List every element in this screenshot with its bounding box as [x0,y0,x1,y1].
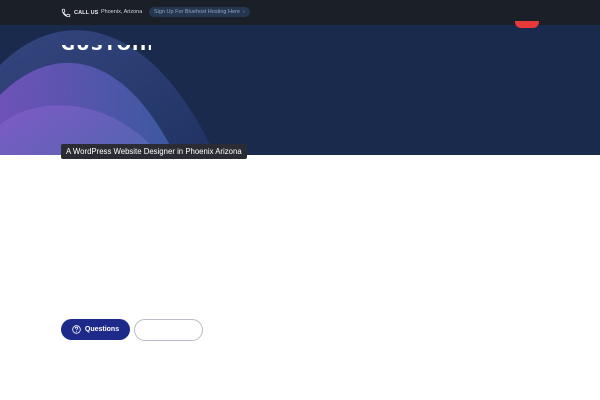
bluehost-signup-link[interactable]: Sign Up For Bluehost Hosting Here › [149,7,250,17]
tagline-text: A WordPress Website Designer in Phoenix … [66,147,242,156]
location-text: Phoenix, Arizona [101,9,143,15]
hero-tagline: A WordPress Website Designer in Phoenix … [61,144,247,159]
signup-label: Sign Up For Bluehost Hosting Here [154,9,240,15]
site-logo[interactable]: GUSTOHDS [61,45,151,57]
call-us-link[interactable]: CALL US [61,7,98,18]
secondary-outline-button[interactable] [134,319,203,341]
questions-label: Questions [84,326,120,333]
topbar-overlay [510,0,544,21]
logo-text: GUSTOHDS [61,45,151,55]
question-circle-icon [72,325,81,334]
chevron-right-icon: › [242,9,245,15]
questions-button[interactable]: Questions [61,319,130,340]
call-us-label: CALL US [74,9,99,16]
hero-section: GUSTOHDS [0,25,600,155]
phone-icon [61,8,71,17]
